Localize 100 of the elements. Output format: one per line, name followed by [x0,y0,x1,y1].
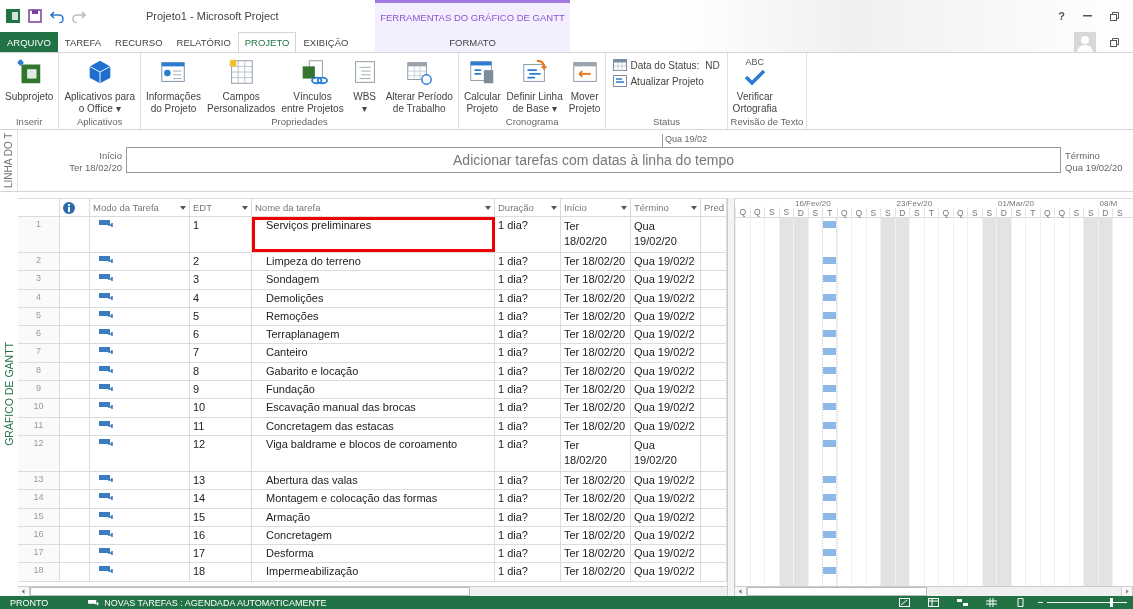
ribbon-button[interactable]: ABC Verificar Ortografia [730,53,780,116]
row-number[interactable]: 10 [18,399,60,417]
table-cell: 1 dia? [495,307,561,326]
ribbon-button[interactable]: Aplicativos para o Office ▾ [62,53,137,116]
task-bar[interactable] [823,348,836,356]
group-label: Status [652,116,681,129]
dropdown-caret-icon[interactable] [242,205,248,210]
task-bar[interactable] [823,549,836,557]
day-label: S [778,207,793,217]
ribbon-button[interactable]: Data do Status: ND [613,59,720,71]
task-bar[interactable] [823,403,836,411]
timeline-bar[interactable]: Adicionar tarefas com datas à linha do tempo [126,147,1061,173]
gantt-view-icon[interactable] [928,598,939,607]
table-cell: Ter 18/02/20 [561,289,631,307]
task-bar[interactable] [823,439,836,447]
column-header[interactable]: Duração [495,199,561,216]
ribbon-button[interactable]: Atualizar Projeto [613,75,720,87]
row-number[interactable]: 18 [18,563,60,581]
table-cell: Qua 19/02/2 [631,326,701,344]
row-number[interactable]: 9 [18,381,60,399]
task-bar[interactable] [823,275,836,283]
table-cell: 1 dia? [495,362,561,381]
ribbon-tab[interactable]: RECURSO [108,32,170,52]
redo-icon[interactable] [72,9,86,23]
ribbon-tab[interactable]: EXIBIÇÃO [296,32,356,52]
task-bar[interactable] [823,366,836,374]
ribbon-button[interactable]: Calcular Projeto [461,53,503,116]
ribbon-tab[interactable]: RELATÓRIO [169,32,238,52]
day-label: T [822,208,837,218]
window-title: Projeto1 - Microsoft Project [146,10,279,22]
scroll-right-icon[interactable] [1121,587,1133,596]
undo-icon[interactable] [50,9,64,23]
ribbon-button[interactable]: WBS ▾ [347,53,382,116]
task-bar[interactable] [823,512,836,520]
restore-icon[interactable] [1110,11,1119,21]
ribbon-button[interactable]: Vínculos entre Projetos [279,53,346,116]
restore-icon[interactable] [1110,37,1119,47]
ribbon-button[interactable]: Subprojeto [3,53,56,116]
week-label: 08/M [1099,199,1118,208]
dropdown-caret-icon[interactable] [551,205,557,210]
row-number[interactable]: 3 [18,271,60,289]
column-header[interactable]: Início [561,199,631,216]
team-view-icon[interactable] [957,598,968,607]
ribbon-button[interactable]: Campos Personalizados [205,53,278,116]
ribbon-tab[interactable]: ARQUIVO [0,32,58,52]
view-icon[interactable] [899,598,910,607]
ribbon-button[interactable]: Alterar Período de Trabalho [383,53,455,116]
task-bar[interactable] [823,293,836,301]
task-name: Desforma [252,545,495,563]
row-number[interactable]: 2 [18,253,60,271]
save-icon[interactable] [28,9,42,23]
task-bar[interactable] [823,530,836,538]
column-header[interactable]: Término [631,199,701,216]
dropdown-caret-icon[interactable] [180,205,186,210]
ribbon-tab[interactable]: PROJETO [237,32,297,52]
task-bar[interactable] [823,385,836,393]
ribbon-tab[interactable]: TAREFA [57,32,109,52]
dropdown-caret-icon[interactable] [691,205,697,210]
minimize-icon[interactable] [1083,15,1092,17]
row-number[interactable]: 6 [18,326,60,344]
zoom-out-icon[interactable] [1038,601,1043,604]
task-bar[interactable] [823,421,836,429]
pane-splitter[interactable] [727,198,735,596]
scroll-left-icon[interactable] [735,587,747,596]
day-label: Q [851,208,866,218]
row-number[interactable]: 1 [18,217,60,252]
row-number[interactable]: 17 [18,545,60,563]
scrollbar-thumb[interactable] [747,587,927,596]
task-bar[interactable] [823,475,836,483]
column-header[interactable]: EDT [190,199,252,216]
scrollbar-thumb[interactable] [30,587,470,596]
table-cell: Ter 18/02/20 [561,417,631,435]
table-cell: Qua 19/02/20 [631,217,701,252]
dropdown-caret-icon[interactable] [621,205,627,210]
app-icon[interactable] [6,9,20,23]
grid-view-icon[interactable] [986,598,997,607]
ribbon-button[interactable]: Definir Linha de Base ▾ [504,53,565,116]
group-label: Revisão de Texto [730,116,804,129]
task-bar[interactable] [823,494,836,502]
task-bar[interactable] [823,567,836,575]
zoom-slider-thumb[interactable] [1110,598,1113,607]
user-avatar-icon[interactable] [1074,32,1096,52]
ribbon-button[interactable]: Mover Projeto [566,53,603,116]
scroll-left-icon[interactable] [18,587,30,596]
task-mode-icon [99,364,115,375]
column-header[interactable]: Nome da tarefa [252,199,495,216]
update-icon [613,75,628,87]
ribbon-button[interactable]: Informações do Projeto [143,53,203,116]
dropdown-caret-icon[interactable] [485,205,491,210]
row-number[interactable]: 14 [18,490,60,508]
column-header[interactable]: Modo da Tarefa [90,199,190,216]
new-tasks-status[interactable]: NOVAS TAREFAS : AGENDADA AUTOMATICAMENTE [104,597,327,608]
help-button[interactable]: ? [1058,10,1065,22]
task-bar[interactable] [823,330,836,338]
task-bar[interactable] [823,311,836,319]
report-view-icon[interactable] [1015,598,1026,607]
row-number[interactable]: 12 [18,435,60,471]
ribbon-tab[interactable]: FORMATO [375,32,570,52]
row-number[interactable]: 7 [18,344,60,362]
table-cell: Qua 19/02/2 [631,253,701,271]
